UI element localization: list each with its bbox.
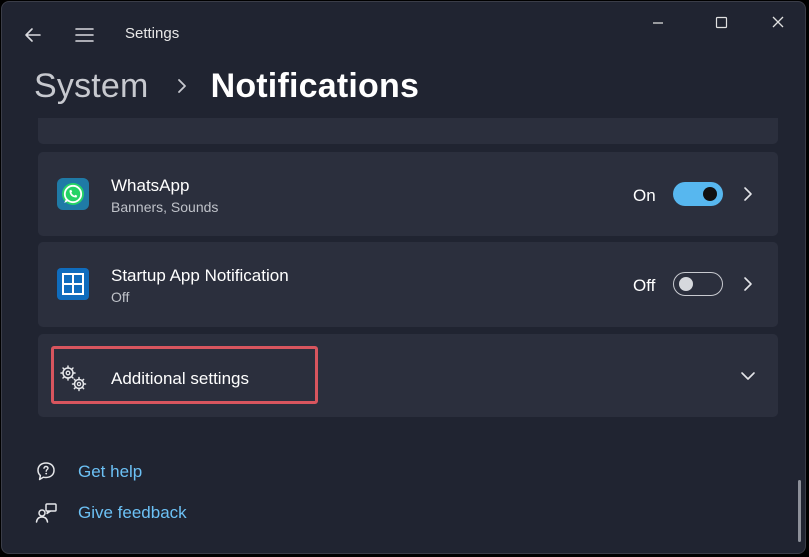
app-title: Settings (125, 25, 180, 42)
minimize-button[interactable] (635, 8, 681, 38)
app-notification-card-startup[interactable]: Startup App Notification Off Off (38, 242, 778, 327)
title-bar: Settings (2, 2, 805, 64)
give-feedback-label: Give feedback (78, 503, 187, 522)
page-title: Notifications (210, 66, 420, 105)
chevron-right-icon (177, 79, 186, 93)
close-button[interactable] (754, 8, 800, 38)
app-name: Startup App Notification (111, 266, 289, 285)
get-help-link[interactable]: Get help (34, 460, 142, 484)
get-help-label: Get help (78, 462, 143, 481)
breadcrumb-system-link[interactable]: System (34, 67, 149, 106)
vertical-scrollbar[interactable] (798, 480, 801, 542)
chevron-right-icon[interactable] (738, 274, 758, 294)
back-arrow-icon (25, 28, 41, 42)
back-button[interactable] (20, 22, 46, 48)
startup-app-icon (57, 268, 89, 300)
toggle-knob (703, 187, 717, 201)
help-chat-icon (37, 462, 55, 481)
app-notification-card-whatsapp[interactable]: WhatsApp Banners, Sounds On (38, 152, 778, 236)
whatsapp-icon (57, 178, 89, 210)
previous-app-card-partial[interactable] (38, 118, 778, 144)
app-notification-summary: Off (111, 289, 130, 305)
settings-window: Settings System Notifications WhatsApp B… (1, 1, 806, 554)
toggle-state-label: On (633, 186, 656, 205)
chevron-right-icon[interactable] (738, 184, 758, 204)
minimize-icon (653, 22, 663, 24)
close-icon (772, 16, 784, 28)
whatsapp-notifications-toggle[interactable] (673, 182, 723, 206)
give-feedback-link[interactable]: Give feedback (34, 501, 187, 525)
hamburger-menu-icon (75, 28, 94, 42)
annotation-highlight-box (51, 346, 318, 404)
startup-app-notifications-toggle[interactable] (673, 272, 723, 296)
toggle-state-label: Off (633, 276, 656, 295)
settings-content: WhatsApp Banners, Sounds On Startup App … (2, 118, 805, 553)
app-name: WhatsApp (111, 176, 190, 195)
breadcrumb: System Notifications (34, 64, 419, 108)
maximize-button[interactable] (699, 8, 745, 38)
app-notification-summary: Banners, Sounds (111, 199, 219, 215)
toggle-knob (679, 276, 693, 291)
chevron-down-icon[interactable] (738, 366, 758, 386)
navigation-menu-button[interactable] (72, 22, 98, 48)
maximize-icon (715, 16, 728, 29)
feedback-icon (35, 503, 57, 523)
